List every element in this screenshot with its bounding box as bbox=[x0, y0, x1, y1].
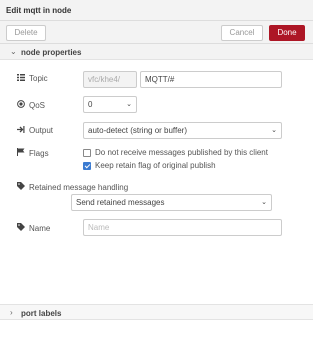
no-local-checkbox-row[interactable]: Do not receive messages published by thi… bbox=[83, 148, 268, 157]
name-input[interactable]: Name bbox=[83, 219, 282, 236]
chevron-down-icon: ⌄ bbox=[271, 127, 277, 134]
qos-value: 0 bbox=[88, 100, 93, 109]
retain-as-published-checkbox-row[interactable]: Keep retain flag of original publish bbox=[83, 161, 216, 170]
sign-out-icon bbox=[16, 126, 26, 135]
topic-input[interactable]: MQTT/# bbox=[140, 71, 282, 88]
dot-circle-icon bbox=[16, 100, 26, 110]
name-label-text: Name bbox=[29, 223, 51, 233]
cancel-button[interactable]: Cancel bbox=[221, 25, 263, 41]
retain-handling-label: Retained message handling bbox=[16, 182, 128, 192]
tag-icon bbox=[16, 182, 26, 192]
retain-handling-select[interactable]: Send retained messages ⌄ bbox=[71, 194, 272, 211]
retain-as-published-label: Keep retain flag of original publish bbox=[95, 161, 216, 170]
output-label-text: Output bbox=[29, 126, 54, 135]
name-label: Name bbox=[16, 223, 50, 233]
topic-prefix: vfc/khe4/ bbox=[83, 71, 137, 88]
retain-handling-value: Send retained messages bbox=[76, 198, 165, 207]
chevron-down-icon: ⌄ bbox=[261, 199, 267, 206]
topic-label-text: Topic bbox=[29, 74, 48, 83]
chevron-down-icon: ⌄ bbox=[10, 47, 17, 56]
dialog-title: Edit mqtt in node bbox=[6, 6, 72, 15]
flag-icon bbox=[16, 148, 26, 158]
topic-label: Topic bbox=[16, 74, 48, 83]
tasks-icon bbox=[16, 74, 26, 83]
section-port-labels[interactable]: › port labels bbox=[0, 304, 313, 320]
output-select[interactable]: auto-detect (string or buffer) ⌄ bbox=[83, 122, 282, 139]
qos-label-text: QoS bbox=[29, 100, 46, 110]
retain-handling-label-text: Retained message handling bbox=[29, 182, 129, 192]
done-button[interactable]: Done bbox=[269, 25, 305, 41]
chevron-down-icon: ⌄ bbox=[126, 101, 132, 108]
section-port-labels-label: port labels bbox=[21, 309, 62, 318]
title-bar: Edit mqtt in node bbox=[0, 0, 313, 21]
dialog-toolbar: Delete Cancel Done bbox=[0, 21, 313, 44]
tag-icon bbox=[16, 223, 26, 233]
chevron-right-icon: › bbox=[10, 308, 13, 317]
section-node-properties-label: node properties bbox=[21, 48, 82, 57]
section-node-properties[interactable]: ⌄ node properties bbox=[0, 44, 313, 60]
no-local-label: Do not receive messages published by thi… bbox=[95, 148, 268, 157]
qos-label: QoS bbox=[16, 100, 45, 110]
no-local-checkbox[interactable] bbox=[83, 148, 91, 157]
flags-label: Flags bbox=[16, 148, 49, 158]
output-label: Output bbox=[16, 126, 53, 135]
retain-as-published-checkbox[interactable] bbox=[83, 161, 91, 170]
flags-label-text: Flags bbox=[29, 148, 49, 158]
qos-select[interactable]: 0 ⌄ bbox=[83, 96, 137, 113]
output-value: auto-detect (string or buffer) bbox=[88, 126, 188, 135]
delete-button[interactable]: Delete bbox=[6, 25, 46, 41]
